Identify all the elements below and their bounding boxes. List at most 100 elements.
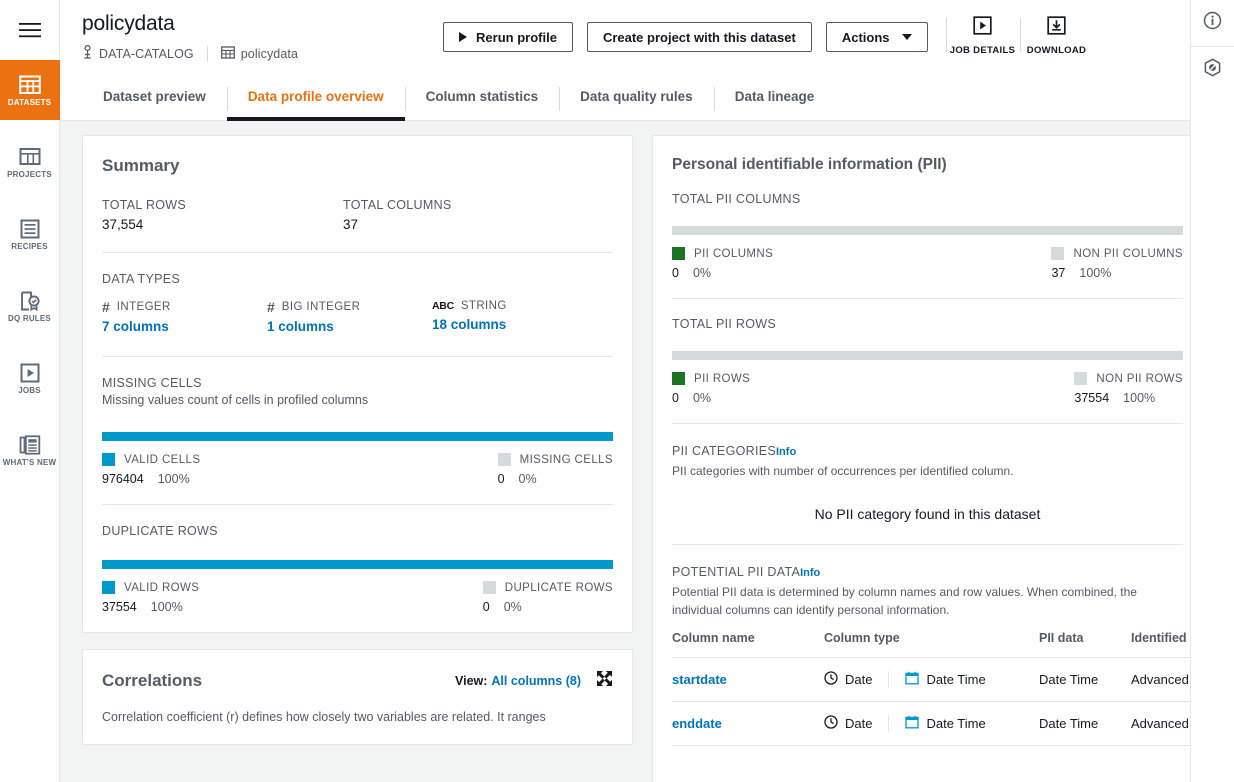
table-row[interactable]: enddate Date Date Time Date Time Advance… <box>672 701 1190 747</box>
correlations-header: Correlations View: All columns (8) <box>102 670 613 692</box>
tab-bar: Dataset preview Data profile overview Co… <box>60 73 1190 122</box>
divider <box>102 504 613 505</box>
missing-cells-pct: 0% <box>518 472 537 486</box>
cell-pii-data: Date Time <box>1039 701 1131 747</box>
column-link-enddate[interactable]: enddate <box>672 716 722 731</box>
non-pii-columns-pct: 100% <box>1079 266 1112 280</box>
duplicate-rows-label: DUPLICATE ROWS <box>102 524 218 538</box>
tab-dataset-preview[interactable]: Dataset preview <box>82 74 227 120</box>
tab-label: Data lineage <box>734 89 815 105</box>
total-rows-label: TOTAL ROWS <box>102 198 187 212</box>
pii-columns-legend-item: PII COLUMNS 0 0% <box>672 247 773 280</box>
type-secondary-label: Date Time <box>926 716 986 732</box>
data-type-name: INTEGER <box>116 301 171 313</box>
info-panel-button[interactable] <box>1191 0 1234 46</box>
sidebar-item-jobs[interactable]: JOBS <box>0 348 60 408</box>
column-header-identified-by[interactable]: Identified by <box>1131 623 1190 659</box>
breadcrumb-table[interactable]: policydata <box>220 45 298 62</box>
sidebar-item-recipes[interactable]: RECIPES <box>0 204 60 264</box>
summary-title: Summary <box>102 156 180 175</box>
correlations-view-selector[interactable]: View: All columns (8) <box>455 672 581 690</box>
tab-data-lineage[interactable]: Data lineage <box>713 74 836 120</box>
data-type-value[interactable]: 7 columns <box>102 319 267 334</box>
job-details-label: JOB DETAILS <box>949 45 1016 56</box>
rerun-profile-label: Rerun profile <box>476 29 557 45</box>
breadcrumb-data-catalog-label: DATA-CATALOG <box>99 46 194 61</box>
correlations-view-label: View: <box>454 674 488 688</box>
grid-icon <box>18 74 41 96</box>
rerun-profile-button[interactable]: Rerun profile <box>443 22 573 52</box>
actions-label: Actions <box>841 29 890 45</box>
tab-data-profile-overview[interactable]: Data profile overview <box>226 74 405 122</box>
create-project-label: Create project with this dataset <box>602 29 796 45</box>
table-header-row: Column name Column type PII data Identif… <box>672 623 1190 659</box>
column-header-column-type[interactable]: Column type <box>824 623 1039 659</box>
pii-title: Personal identifiable information (PII) <box>672 156 947 173</box>
sidebar-item-dq-rules[interactable]: DQ RULES <box>0 276 60 336</box>
valid-cells-pct: 100% <box>157 472 190 486</box>
total-pii-columns-label: TOTAL PII COLUMNS <box>672 192 801 206</box>
breadcrumb-separator <box>206 45 208 62</box>
tab-label: Data profile overview <box>247 89 384 105</box>
sidebar-item-datasets[interactable]: DATASETS <box>0 60 60 120</box>
non-pii-rows-legend-item: NON PII ROWS 37554 100% <box>1074 372 1183 405</box>
duplicate-rows-name: DUPLICATE ROWS <box>504 581 613 594</box>
sidebar-item-projects[interactable]: PROJECTS <box>0 132 60 192</box>
duplicate-rows-bar-fill <box>102 560 613 569</box>
missing-cells-legend: VALID CELLS 976404 100% MISSING CELLS 0 … <box>102 453 613 486</box>
tab-label: Column statistics <box>425 89 539 105</box>
table-row[interactable]: startdate Date Date Time Date Time Advan… <box>672 657 1190 703</box>
left-column: Summary TOTAL ROWS 37,554 TOTAL COLUMNS … <box>82 135 633 782</box>
tab-column-statistics[interactable]: Column statistics <box>404 74 560 120</box>
gray-swatch-icon <box>1051 247 1065 260</box>
download-button[interactable]: DOWNLOAD <box>1019 16 1094 56</box>
missing-cells-bar <box>102 432 613 441</box>
left-nav-rail: DATASETS PROJECTS RECIPES DQ RULES JOBS … <box>0 0 60 782</box>
pii-rows-pct: 0% <box>692 391 712 405</box>
sidebar-item-whats-new[interactable]: WHAT'S NEW <box>0 420 60 480</box>
data-type-value[interactable]: 1 columns <box>267 319 432 334</box>
projects-icon <box>19 146 41 168</box>
column-header-column-name[interactable]: Column name <box>672 623 824 659</box>
hash-icon: # <box>267 299 275 315</box>
missing-cells-bar-fill <box>102 432 613 441</box>
dq-rules-icon <box>19 290 41 312</box>
right-rail <box>1190 0 1234 782</box>
green-swatch-icon <box>672 247 685 260</box>
pii-categories-note: PII categories with number of occurrence… <box>672 464 1014 478</box>
pii-categories-heading: PII CATEGORIESInfo <box>672 442 1183 460</box>
job-details-button[interactable]: JOB DETAILS <box>945 16 1020 56</box>
total-columns-stat: TOTAL COLUMNS 37 <box>343 198 584 232</box>
info-icon <box>1203 11 1222 35</box>
valid-rows-name: VALID ROWS <box>124 581 200 594</box>
cell-identified-by: Advanced data <box>1131 701 1190 747</box>
column-header-pii-data[interactable]: PII data <box>1039 623 1131 659</box>
column-link-startdate[interactable]: startdate <box>672 672 727 687</box>
expand-icon[interactable] <box>596 670 613 692</box>
pii-categories-info-link[interactable]: Info <box>776 446 796 458</box>
shield-icon <box>1203 57 1222 82</box>
type-primary-label: Date <box>845 716 873 732</box>
non-pii-rows-name: NON PII ROWS <box>1096 372 1183 385</box>
header-action-buttons: Rerun profile Create project with this d… <box>443 10 928 52</box>
summary-card: Summary TOTAL ROWS 37,554 TOTAL COLUMNS … <box>82 135 633 633</box>
chevron-down-icon <box>901 34 912 40</box>
actions-dropdown-button[interactable]: Actions <box>825 22 928 52</box>
tab-data-quality-rules[interactable]: Data quality rules <box>559 74 714 120</box>
breadcrumb-data-catalog[interactable]: DATA-CATALOG <box>82 44 194 62</box>
cell-column-name: enddate <box>672 701 824 747</box>
divider <box>102 252 613 253</box>
pii-rows-legend: PII ROWS 0 0% NON PII ROWS 37554 100% <box>672 372 1183 405</box>
play-square-icon <box>19 362 41 384</box>
data-type-value[interactable]: 18 columns <box>432 317 597 332</box>
valid-cells-count: 976404 <box>102 472 144 486</box>
create-project-button[interactable]: Create project with this dataset <box>586 22 812 52</box>
hamburger-menu-icon[interactable] <box>0 0 60 60</box>
potential-pii-block: POTENTIAL PII DATAInfo Potential PII dat… <box>672 563 1190 747</box>
right-column: Personal identifiable information (PII) … <box>652 135 1190 782</box>
potential-pii-info-link[interactable]: Info <box>800 567 820 579</box>
total-rows-stat: TOTAL ROWS 37,554 <box>102 198 343 232</box>
total-columns-value: 37 <box>343 217 359 232</box>
correlations-view-value[interactable]: All columns (8) <box>491 674 581 688</box>
shield-panel-button[interactable] <box>1190 46 1234 92</box>
